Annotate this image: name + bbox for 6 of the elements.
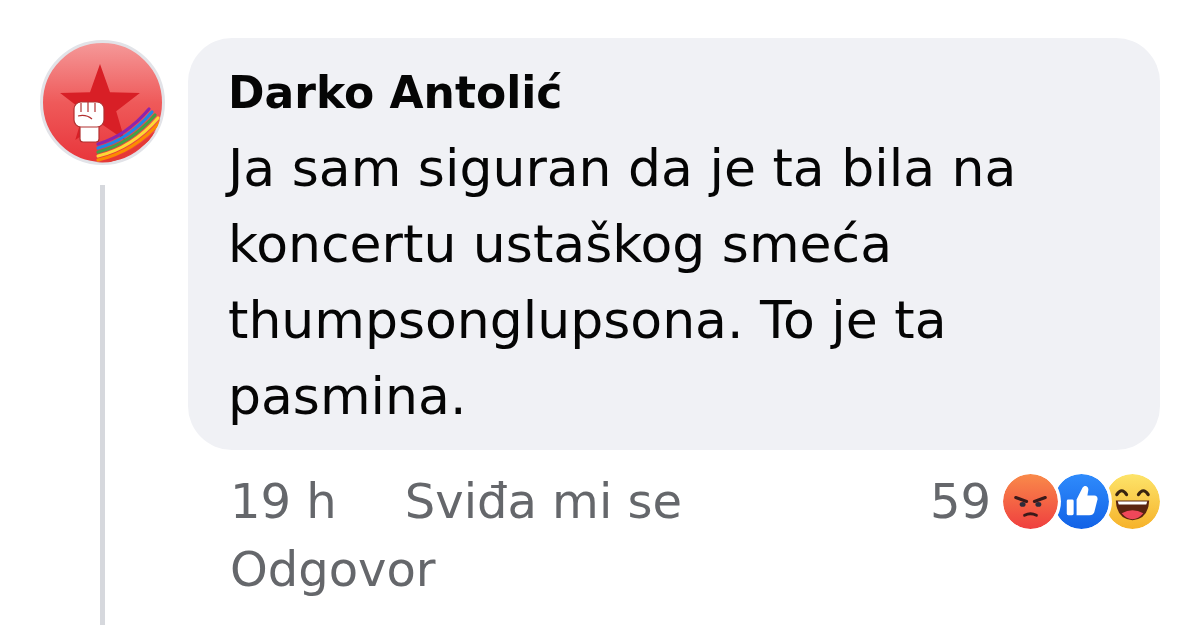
timestamp: 19 h: [230, 472, 337, 531]
action-link[interactable]: Odgovor: [230, 535, 436, 603]
star-fist-avatar-icon: [40, 40, 165, 165]
reactions-button[interactable]: 59: [929, 467, 1160, 535]
action-link[interactable]: Sviđa mi se: [404, 467, 682, 535]
author-name[interactable]: Darko Antolić: [228, 66, 1128, 119]
